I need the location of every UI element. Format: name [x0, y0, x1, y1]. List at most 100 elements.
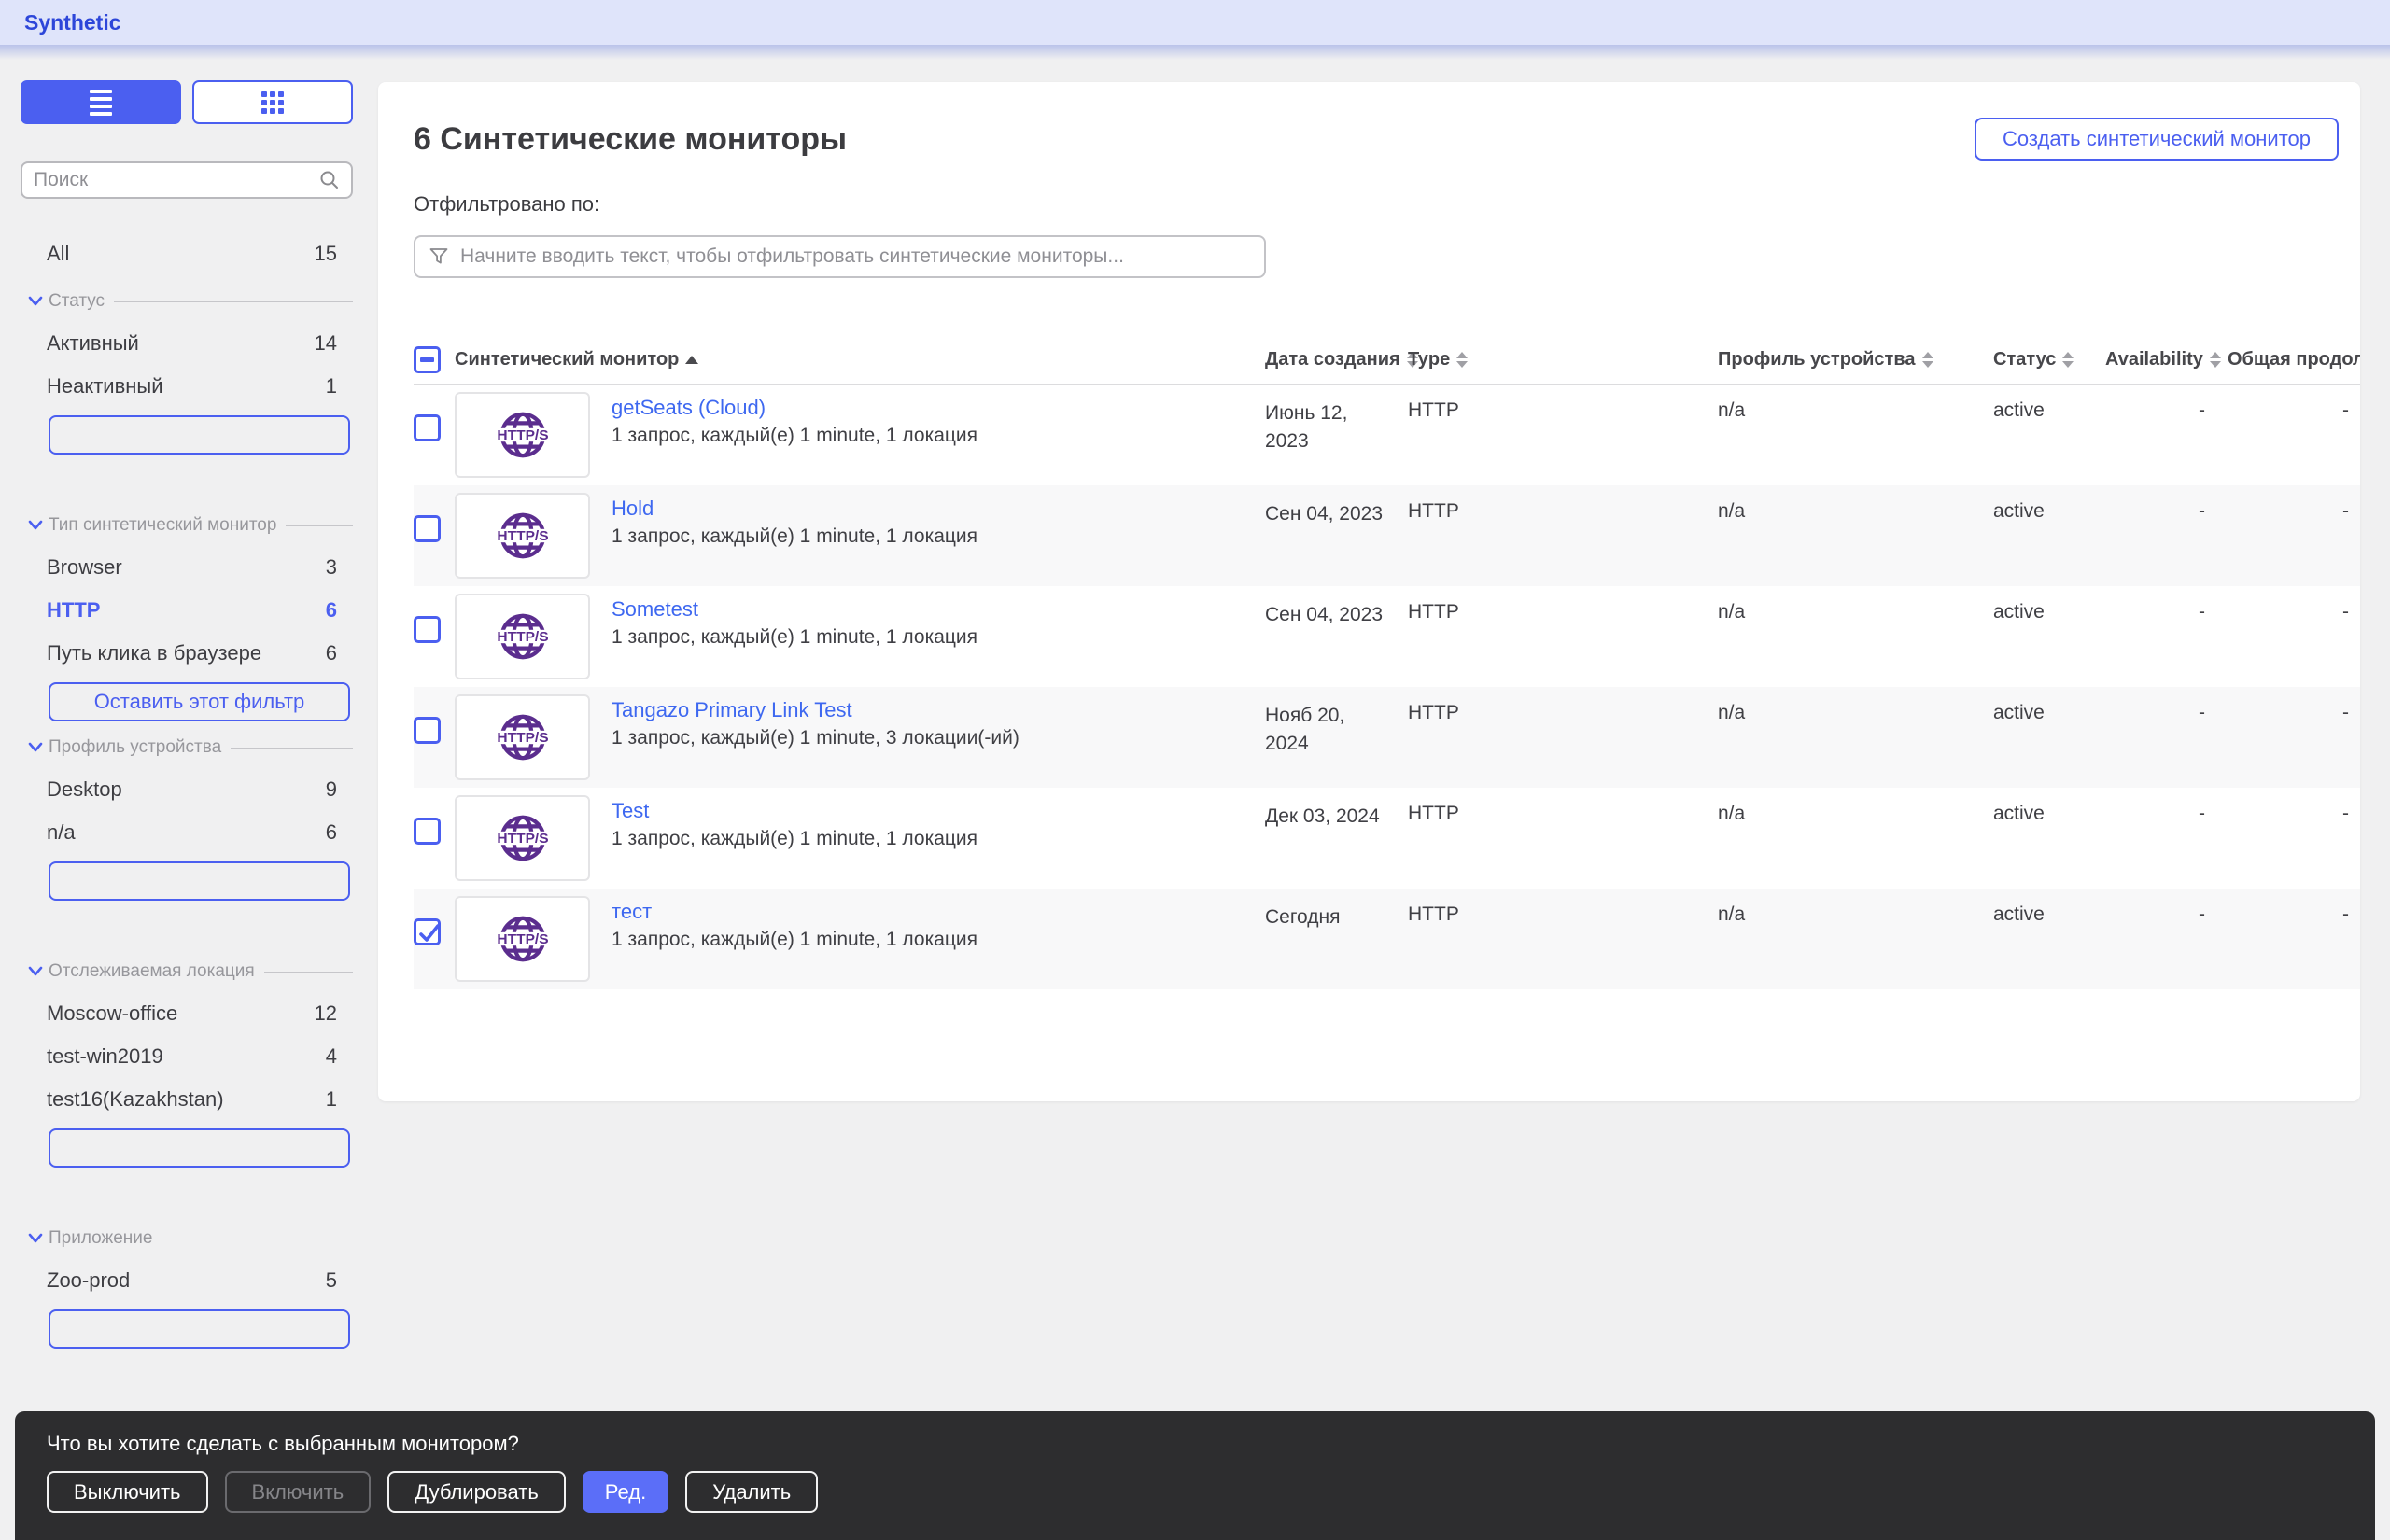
duplicate-button[interactable]: Дублировать — [387, 1471, 566, 1513]
creation-date: Сен 04, 2023 — [1265, 604, 1384, 625]
column-header-duration[interactable]: Общая продолжительность — [2228, 349, 2360, 371]
filter-count: 12 — [314, 1001, 337, 1025]
monitor-name-link[interactable]: Test — [612, 799, 649, 822]
keep-filter-button[interactable] — [49, 1128, 350, 1168]
view-toggle — [21, 80, 353, 124]
sidebar-filter-item[interactable]: Zoo-prod 5 — [21, 1259, 353, 1302]
table-row[interactable]: HTTP/S Test 1 запрос, каждый(е) 1 minute… — [414, 788, 2360, 889]
sidebar-filter-item[interactable]: HTTP 6 — [21, 589, 353, 632]
edit-button[interactable]: Ред. — [582, 1471, 669, 1513]
filter-label: test-win2019 — [47, 1044, 163, 1068]
svg-text:HTTP/S: HTTP/S — [497, 427, 548, 443]
sidebar-filter-item[interactable]: Активный 14 — [21, 322, 353, 365]
filter-section-title: Профиль устройства — [49, 737, 222, 757]
monitor-details: 1 запрос, каждый(е) 1 minute, 1 локация — [612, 828, 978, 849]
availability-value: - — [2199, 601, 2205, 623]
keep-filter-button[interactable]: Оставить этот фильтр — [49, 682, 350, 721]
section-divider — [231, 747, 353, 749]
filter-section-header[interactable]: Тип синтетический монитор — [21, 505, 353, 546]
keep-filter-button[interactable] — [49, 415, 350, 455]
creation-date: Июнь 12, 2023 — [1265, 402, 1348, 452]
keep-filter-button[interactable] — [49, 1309, 350, 1349]
section-divider — [263, 971, 353, 973]
filter-label: Browser — [47, 555, 122, 579]
device-profile: n/a — [1718, 601, 1746, 623]
monitor-name-link[interactable]: Sometest — [612, 597, 698, 621]
column-header-type[interactable]: Type — [1408, 349, 1718, 371]
monitor-name-link[interactable]: getSeats (Cloud) — [612, 396, 766, 419]
http-monitor-icon: HTTP/S — [455, 795, 590, 881]
column-header-availability[interactable]: Availability — [2105, 349, 2228, 371]
chevron-down-icon — [28, 520, 43, 530]
filter-section-header[interactable]: Отслеживаемая локация — [21, 951, 353, 992]
monitor-details: 1 запрос, каждый(е) 1 minute, 1 локация — [612, 626, 978, 648]
sidebar-filter-item[interactable]: Неактивный 1 — [21, 365, 353, 408]
sidebar-filter-item[interactable]: Desktop 9 — [21, 768, 353, 811]
sidebar-filter-item[interactable]: test-win2019 4 — [21, 1035, 353, 1078]
column-header-device[interactable]: Профиль устройства — [1718, 349, 1993, 371]
keep-filter-button[interactable] — [49, 861, 350, 901]
sort-icon — [685, 356, 699, 364]
status-value: active — [1993, 500, 2045, 522]
monitor-filter-input[interactable] — [460, 245, 1251, 268]
monitor-type: HTTP — [1408, 601, 1459, 623]
table-row[interactable]: HTTP/S Hold 1 запрос, каждый(е) 1 minute… — [414, 485, 2360, 586]
sidebar-filter-item[interactable]: test16(Kazakhstan) 1 — [21, 1078, 353, 1121]
column-header-name[interactable]: Синтетический монитор — [455, 349, 1265, 371]
row-checkbox[interactable] — [414, 515, 441, 542]
device-profile: n/a — [1718, 903, 1746, 925]
sidebar-filter-item[interactable]: Moscow-office 12 — [21, 992, 353, 1035]
device-profile: n/a — [1718, 500, 1746, 522]
sidebar-filter-item[interactable]: Browser 3 — [21, 546, 353, 589]
create-monitor-button[interactable]: Создать синтетический монитор — [1975, 118, 2339, 161]
disable-button[interactable]: Выключить — [47, 1471, 208, 1513]
monitor-name-link[interactable]: Tangazo Primary Link Test — [612, 698, 852, 721]
sidebar-filter-item[interactable]: n/a 6 — [21, 811, 353, 854]
availability-value: - — [2199, 903, 2205, 925]
sidebar-search — [21, 161, 353, 199]
table-row[interactable]: HTTP/S Sometest 1 запрос, каждый(е) 1 mi… — [414, 586, 2360, 687]
monitor-name-link[interactable]: Hold — [612, 497, 654, 520]
app-title: Synthetic — [24, 9, 121, 35]
column-header-status[interactable]: Статус — [1993, 349, 2105, 371]
action-question: Что вы хотите сделать с выбранным монито… — [47, 1432, 519, 1455]
row-checkbox[interactable] — [414, 616, 441, 643]
select-all-checkbox[interactable] — [414, 346, 441, 373]
search-input[interactable] — [34, 169, 319, 191]
table-row[interactable]: HTTP/S getSeats (Cloud) 1 запрос, каждый… — [414, 385, 2360, 485]
sidebar-filter-item[interactable]: Путь клика в браузере 6 — [21, 632, 353, 675]
grid-view-button[interactable] — [192, 80, 353, 124]
bulk-action-bar: Что вы хотите сделать с выбранным монито… — [15, 1411, 2375, 1540]
table-row[interactable]: HTTP/S тест 1 запрос, каждый(е) 1 minute… — [414, 889, 2360, 989]
filter-label: HTTP — [47, 598, 101, 622]
device-profile: n/a — [1718, 803, 1746, 824]
row-checkbox[interactable] — [414, 717, 441, 744]
http-monitor-icon: HTTP/S — [455, 694, 590, 780]
column-label: Availability — [2105, 349, 2203, 370]
filter-label: Moscow-office — [47, 1001, 178, 1025]
row-checkbox[interactable] — [414, 918, 441, 945]
row-checkbox[interactable] — [414, 818, 441, 845]
filter-section-header[interactable]: Приложение — [21, 1218, 353, 1259]
total-duration-value: - — [2342, 500, 2349, 522]
monitor-filter-field — [414, 235, 1266, 278]
table-row[interactable]: HTTP/S Tangazo Primary Link Test 1 запро… — [414, 687, 2360, 788]
total-duration-value: - — [2342, 399, 2349, 421]
filter-section-header[interactable]: Профиль устройства — [21, 727, 353, 768]
list-view-button[interactable] — [21, 80, 181, 124]
enable-button[interactable]: Включить — [224, 1471, 372, 1513]
svg-text:HTTP/S: HTTP/S — [497, 730, 548, 746]
delete-button[interactable]: Удалить — [685, 1471, 819, 1513]
monitor-type: HTTP — [1408, 803, 1459, 824]
filter-label: Активный — [47, 331, 139, 355]
http-monitor-icon: HTTP/S — [455, 896, 590, 982]
row-checkbox[interactable] — [414, 414, 441, 441]
main-panel: 6 Синтетические мониторы Создать синтети… — [378, 82, 2360, 1101]
top-bar: Synthetic — [0, 0, 2390, 60]
status-value: active — [1993, 702, 2045, 723]
column-header-date[interactable]: Дата создания — [1265, 349, 1418, 371]
filter-funnel-icon — [429, 248, 448, 264]
filter-section-header[interactable]: Статус — [21, 281, 353, 322]
sidebar-item-all[interactable]: All 15 — [21, 232, 353, 275]
monitor-name-link[interactable]: тест — [612, 900, 652, 923]
